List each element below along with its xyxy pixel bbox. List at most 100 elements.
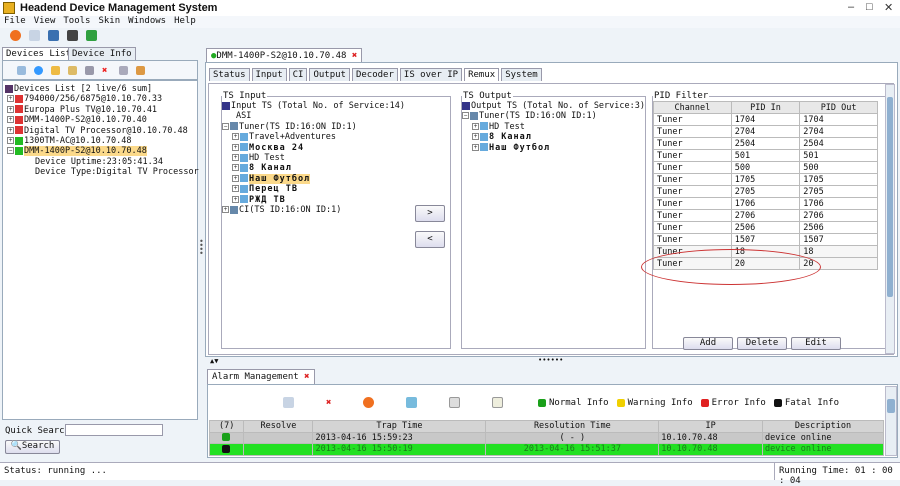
alarm-scrollbar[interactable] <box>885 386 897 456</box>
menu-tools[interactable]: Tools <box>63 16 90 28</box>
close-button[interactable]: ✕ <box>884 1 893 14</box>
pid-row[interactable]: Tuner 501 501 <box>653 149 878 162</box>
tab-device-info[interactable]: Device Info <box>68 47 136 60</box>
splitter-handle[interactable]: •••••• <box>538 356 563 364</box>
expand-icon[interactable]: + <box>7 126 14 134</box>
alarm-row[interactable]: 2013-04-16 15:59:23( - ) 10.10.70.48 devic… <box>208 431 885 444</box>
device-item[interactable]: + Europa Plus TV@10.10.70.41 <box>5 105 195 115</box>
alarm-column-header[interactable]: IP <box>658 420 763 433</box>
expand-icon[interactable]: + <box>472 133 479 141</box>
export-icon[interactable] <box>86 30 97 41</box>
menu-help[interactable]: Help <box>174 16 196 28</box>
remove-service-button[interactable]: < <box>415 231 445 248</box>
device-item[interactable]: − DMM-1400P-S2@10.10.70.48 <box>5 146 195 157</box>
pid-column-header[interactable]: PID In <box>730 101 801 114</box>
expand-icon[interactable]: + <box>232 174 239 182</box>
menu-view[interactable]: View <box>34 16 56 28</box>
pid-row[interactable]: Tuner 2504 2504 <box>653 137 878 150</box>
pid-row[interactable]: Tuner 1706 1706 <box>653 197 878 210</box>
add-pid-button[interactable]: Add <box>683 337 733 350</box>
tab-input[interactable]: Input <box>251 68 287 81</box>
expand-icon[interactable]: + <box>232 154 239 162</box>
tab-alarm-management[interactable]: Alarm Management ✖ <box>207 369 315 384</box>
expand-icon[interactable]: + <box>472 122 479 130</box>
import-icon[interactable] <box>136 66 145 75</box>
splitter-handle[interactable]: • • • • <box>199 238 204 258</box>
tab-ci[interactable]: CI <box>288 68 308 81</box>
input-ts-root[interactable]: Input TS (Total No. of Service:14) <box>222 101 450 111</box>
expand-icon[interactable]: + <box>232 143 239 151</box>
service-item[interactable]: + РЖД ТВ <box>222 195 450 205</box>
search-button[interactable]: 🔍Search <box>5 440 60 454</box>
collapse-arrows[interactable]: ▲▼ <box>210 357 218 365</box>
save-icon[interactable] <box>119 66 128 75</box>
delete-icon[interactable]: ✖ <box>326 398 331 408</box>
service-item[interactable]: + Наш Футбол <box>462 143 645 153</box>
alarm-column-header[interactable]: Resolution Time <box>485 420 660 433</box>
menu-windows[interactable]: Windows <box>128 16 166 28</box>
export-icon[interactable] <box>449 397 461 408</box>
link-icon[interactable] <box>51 66 60 75</box>
tab-remux[interactable]: Remux <box>464 68 500 81</box>
details-icon[interactable] <box>283 397 294 408</box>
vertical-scrollbar[interactable] <box>885 84 895 354</box>
user-icon[interactable] <box>48 30 59 41</box>
quick-search-input[interactable] <box>65 424 163 436</box>
search-icon[interactable] <box>17 66 26 75</box>
expand-icon[interactable]: + <box>232 164 239 172</box>
menu-file[interactable]: File <box>4 16 26 28</box>
output-ts-root[interactable]: Output TS (Total No. of Service:3) <box>462 101 645 111</box>
tab-system[interactable]: System <box>501 68 542 81</box>
pid-row[interactable]: Tuner 500 500 <box>653 161 878 174</box>
close-tab-icon[interactable]: ✖ <box>304 372 309 382</box>
tab-status[interactable]: Status <box>209 68 250 81</box>
pid-row[interactable]: Tuner 1705 1705 <box>653 173 878 186</box>
alarm-column-header[interactable]: Resolve <box>243 420 314 433</box>
expand-icon[interactable]: + <box>222 206 229 214</box>
device-icon[interactable] <box>67 30 78 41</box>
service-item[interactable]: +8 Канал <box>222 163 450 173</box>
alarm-column-header[interactable]: Description <box>761 420 885 433</box>
pid-row[interactable]: Tuner 2704 2704 <box>653 125 878 138</box>
service-item[interactable]: + HD Test <box>222 153 450 163</box>
expand-icon[interactable]: − <box>7 147 14 155</box>
devices-root[interactable]: Devices List [2 live/6 sum] <box>5 84 195 94</box>
service-item[interactable]: + HD Test <box>462 122 645 132</box>
add-service-button[interactable]: > <box>415 205 445 222</box>
alarm-row[interactable]: 2013-04-16 15:50:19 2013-04-16 15:51:37 10… <box>208 443 885 456</box>
expand-icon[interactable]: + <box>232 133 239 141</box>
tab-output[interactable]: Output <box>309 68 350 81</box>
pid-row[interactable]: Tuner 1704 1704 <box>653 113 878 126</box>
expand-icon[interactable]: − <box>462 112 469 120</box>
pid-column-header[interactable]: PID Out <box>799 101 878 114</box>
report-icon[interactable] <box>492 397 504 408</box>
expand-icon[interactable]: + <box>7 116 14 124</box>
service-item[interactable]: + Москва 24 <box>222 143 450 153</box>
asi-node[interactable]: ASI <box>222 111 450 121</box>
device-item[interactable]: + Digital TV Processor@10.10.70.48 <box>5 126 195 136</box>
pid-row[interactable]: Tuner 2706 2706 <box>653 209 878 222</box>
edit-pid-button[interactable]: Edit <box>791 337 841 350</box>
expand-icon[interactable]: + <box>472 143 479 151</box>
device-detail[interactable]: Device Type:Digital TV Processor <box>5 167 199 177</box>
info-icon[interactable] <box>34 66 43 75</box>
expand-icon[interactable]: + <box>7 105 14 113</box>
alarm-column-header[interactable]: (7) <box>208 420 245 433</box>
service-item[interactable]: +8 Канал <box>462 132 645 142</box>
close-tab-icon[interactable]: ✖ <box>352 51 357 61</box>
pid-row[interactable]: Tuner 1507 1507 <box>653 233 878 246</box>
delete-icon[interactable]: ✖ <box>102 66 111 76</box>
menu-skin[interactable]: Skin <box>98 16 120 28</box>
move-icon[interactable] <box>85 66 94 75</box>
refresh-icon[interactable] <box>363 397 375 408</box>
trash-icon[interactable] <box>406 397 418 408</box>
service-item[interactable]: + Travel+Adventures <box>222 132 450 142</box>
expand-icon[interactable]: − <box>222 122 229 130</box>
tab-is-over-ip[interactable]: IS over IP <box>399 68 463 81</box>
service-item[interactable]: + Наш Футбол <box>222 173 450 184</box>
tab-devices-list[interactable]: Devices List <box>2 47 76 60</box>
expand-icon[interactable]: + <box>232 185 239 193</box>
refresh-icon[interactable] <box>10 30 21 41</box>
device-item[interactable]: +1300TM-AC@10.10.70.48 <box>5 136 195 146</box>
delete-pid-button[interactable]: Delete <box>737 337 787 350</box>
